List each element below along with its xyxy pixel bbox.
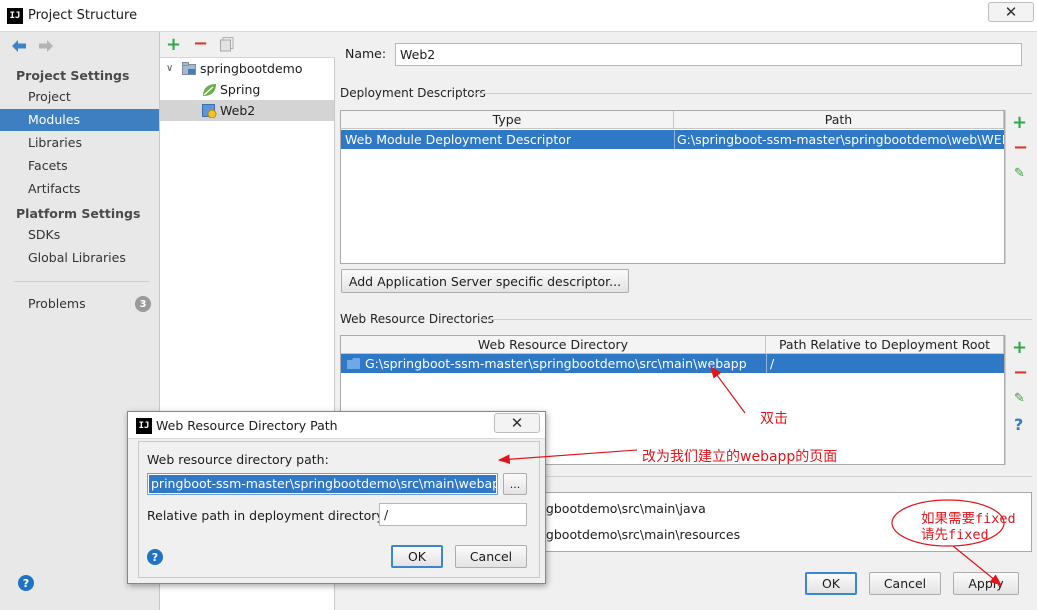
arrow-to-path-field — [497, 449, 638, 465]
arrow-to-directory-row — [710, 366, 746, 414]
annotation-overlay — [497, 366, 1005, 586]
annotation-double-click: 双击 — [760, 411, 788, 427]
annotation-fixed-line2: 请先fixed — [921, 527, 989, 543]
arrow-to-apply-button — [952, 545, 1002, 586]
annotation-change-to-webapp: 改为我们建立的webapp的页面 — [642, 449, 838, 465]
